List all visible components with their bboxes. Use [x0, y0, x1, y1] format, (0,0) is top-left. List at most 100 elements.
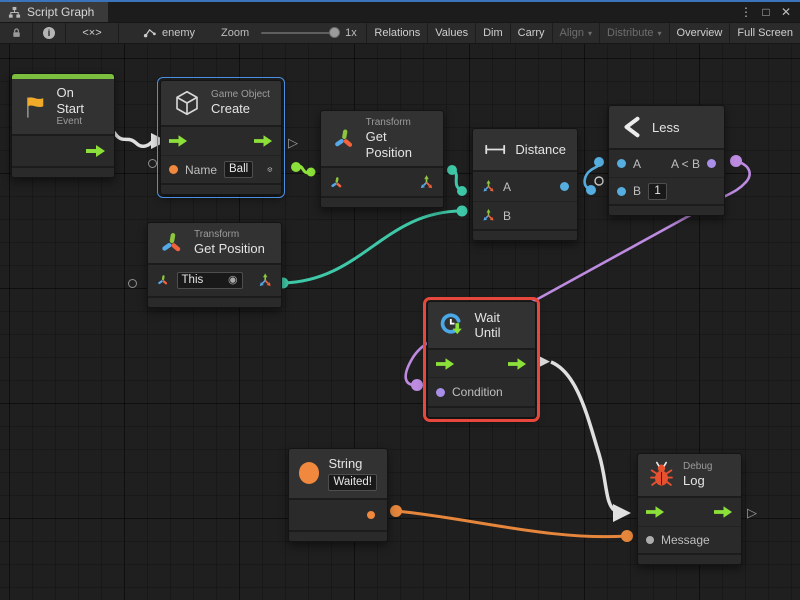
- less-input-port-a[interactable]: [617, 159, 626, 168]
- graph-icon: [143, 26, 157, 40]
- tab-script-graph[interactable]: Script Graph: [0, 2, 108, 22]
- node-category: Game Object: [211, 89, 270, 101]
- wire-string-log-message[interactable]: [390, 505, 633, 542]
- node-footer: [12, 166, 114, 177]
- target-object-field[interactable]: This ◉: [177, 272, 243, 289]
- flow-in-port[interactable]: [646, 506, 665, 518]
- node-title: Get Position: [366, 129, 433, 160]
- overview-button[interactable]: Overview: [670, 23, 731, 43]
- vector3-output-port[interactable]: [257, 272, 273, 289]
- node-header: On Start Event: [12, 79, 114, 134]
- node-less[interactable]: Less A A < B B 1: [608, 105, 725, 216]
- wire-getposition-b-distance-b[interactable]: [278, 206, 468, 289]
- zoom-value: 1x: [345, 27, 357, 39]
- node-get-position-a[interactable]: Transform Get Position: [320, 110, 444, 208]
- node-on-start-event[interactable]: On Start Event: [11, 73, 115, 178]
- info-icon: i: [43, 27, 55, 39]
- wire-flow-waituntil-log[interactable]: [551, 362, 631, 522]
- name-input-port[interactable]: [169, 165, 178, 174]
- carry-button[interactable]: Carry: [511, 23, 553, 43]
- node-footer: [609, 204, 724, 215]
- window-menu-icon[interactable]: ⋮: [738, 5, 754, 19]
- chevron-down-icon: ▾: [588, 29, 592, 38]
- port-label-a: A: [633, 157, 641, 171]
- node-title: Distance: [515, 142, 566, 157]
- relations-button[interactable]: Relations: [367, 23, 428, 43]
- name-value-field[interactable]: Ball: [224, 161, 253, 178]
- align-dropdown[interactable]: Align▾: [553, 23, 600, 43]
- target-object-value: This: [182, 274, 204, 287]
- flow-in-port[interactable]: [169, 135, 188, 147]
- port-label: Name: [185, 163, 217, 177]
- string-value-field[interactable]: Waited!: [328, 474, 377, 491]
- tab-title: Script Graph: [27, 5, 94, 19]
- vector3-input-port-b[interactable]: [481, 208, 496, 223]
- less-than-icon: [621, 116, 643, 138]
- vector3-output-port[interactable]: [418, 174, 435, 191]
- node-debug-log[interactable]: Debug Log Message: [637, 453, 742, 565]
- distance-icon: [484, 143, 506, 156]
- graph-hierarchy-icon: [8, 6, 21, 19]
- flow-out-port[interactable]: [508, 358, 527, 370]
- zoom-label: Zoom: [221, 27, 249, 39]
- distance-output-port[interactable]: [560, 182, 569, 191]
- inspect-button[interactable]: i: [33, 23, 66, 43]
- node-title: Wait Until: [474, 310, 525, 340]
- dim-button[interactable]: Dim: [476, 23, 511, 43]
- transform-input-port[interactable]: [156, 273, 170, 287]
- port-label-a: A: [503, 180, 511, 194]
- fullscreen-button[interactable]: Full Screen: [730, 23, 800, 43]
- maximize-icon[interactable]: □: [758, 5, 774, 19]
- wire-getposition-a-distance-a[interactable]: [447, 165, 467, 196]
- node-header: Distance: [473, 129, 577, 170]
- wait-clock-icon: [438, 310, 465, 340]
- wire-create-getposition[interactable]: [291, 162, 316, 177]
- graph-breadcrumb[interactable]: enemy: [143, 23, 195, 43]
- transform-icon: [158, 229, 185, 256]
- string-output-port[interactable]: [367, 511, 375, 519]
- object-picker-icon[interactable]: ◉: [228, 274, 238, 287]
- gameobject-output-port[interactable]: [267, 162, 273, 177]
- flow-out-port[interactable]: [714, 506, 733, 518]
- relation-ring-create-name: [148, 159, 157, 168]
- toolbar-right-group: Relations Values Dim Carry Align▾ Distri…: [366, 23, 800, 43]
- transform-input-port[interactable]: [329, 175, 344, 190]
- window-controls: ⋮ □ ✕: [738, 2, 800, 22]
- port-label-b: B: [503, 209, 511, 223]
- node-string[interactable]: String Waited!: [288, 448, 388, 542]
- node-header: Transform Get Position: [148, 223, 281, 263]
- toolbar: i <×> enemy Zoom 1x Relations Values Dim…: [0, 22, 800, 44]
- close-icon[interactable]: ✕: [778, 5, 794, 19]
- node-header: String Waited!: [289, 449, 387, 498]
- flow-out-port[interactable]: [86, 145, 106, 157]
- node-title: On Start: [57, 85, 105, 116]
- flow-in-port[interactable]: [436, 358, 455, 370]
- condition-label: Condition: [452, 385, 503, 399]
- node-wait-until[interactable]: Wait Until Condition: [427, 301, 536, 418]
- vector3-input-port-a[interactable]: [481, 179, 496, 194]
- message-input-port[interactable]: [646, 536, 654, 544]
- titlebar: Script Graph ⋮ □ ✕: [0, 2, 800, 22]
- less-output-port[interactable]: [707, 159, 716, 168]
- less-input-port-b[interactable]: [617, 187, 626, 196]
- distribute-dropdown[interactable]: Distribute▾: [600, 23, 669, 43]
- zoom-slider-handle[interactable]: [329, 27, 340, 38]
- zoom-slider[interactable]: [261, 32, 335, 34]
- b-value-field[interactable]: 1: [648, 183, 667, 200]
- graph-name: enemy: [162, 27, 195, 39]
- node-title: Get Position: [194, 241, 265, 257]
- bug-icon: [649, 461, 674, 488]
- graph-canvas[interactable]: On Start Event Game Object Create: [0, 44, 800, 600]
- values-button[interactable]: Values: [428, 23, 476, 43]
- flow-continue-hollow-triangle: ▷: [747, 506, 757, 519]
- condition-input-port[interactable]: [436, 388, 445, 397]
- node-get-position-b[interactable]: Transform Get Position This ◉: [147, 222, 282, 308]
- lock-button[interactable]: [0, 23, 33, 43]
- wire-distance-less-a[interactable]: [585, 157, 604, 195]
- result-label: A < B: [671, 157, 700, 171]
- flow-out-port[interactable]: [254, 135, 273, 147]
- node-footer: [161, 183, 281, 194]
- node-gameobject-create[interactable]: Game Object Create Name Ball: [160, 80, 282, 195]
- node-distance[interactable]: Distance A B: [472, 128, 578, 241]
- code-preview-button[interactable]: <×>: [66, 23, 119, 43]
